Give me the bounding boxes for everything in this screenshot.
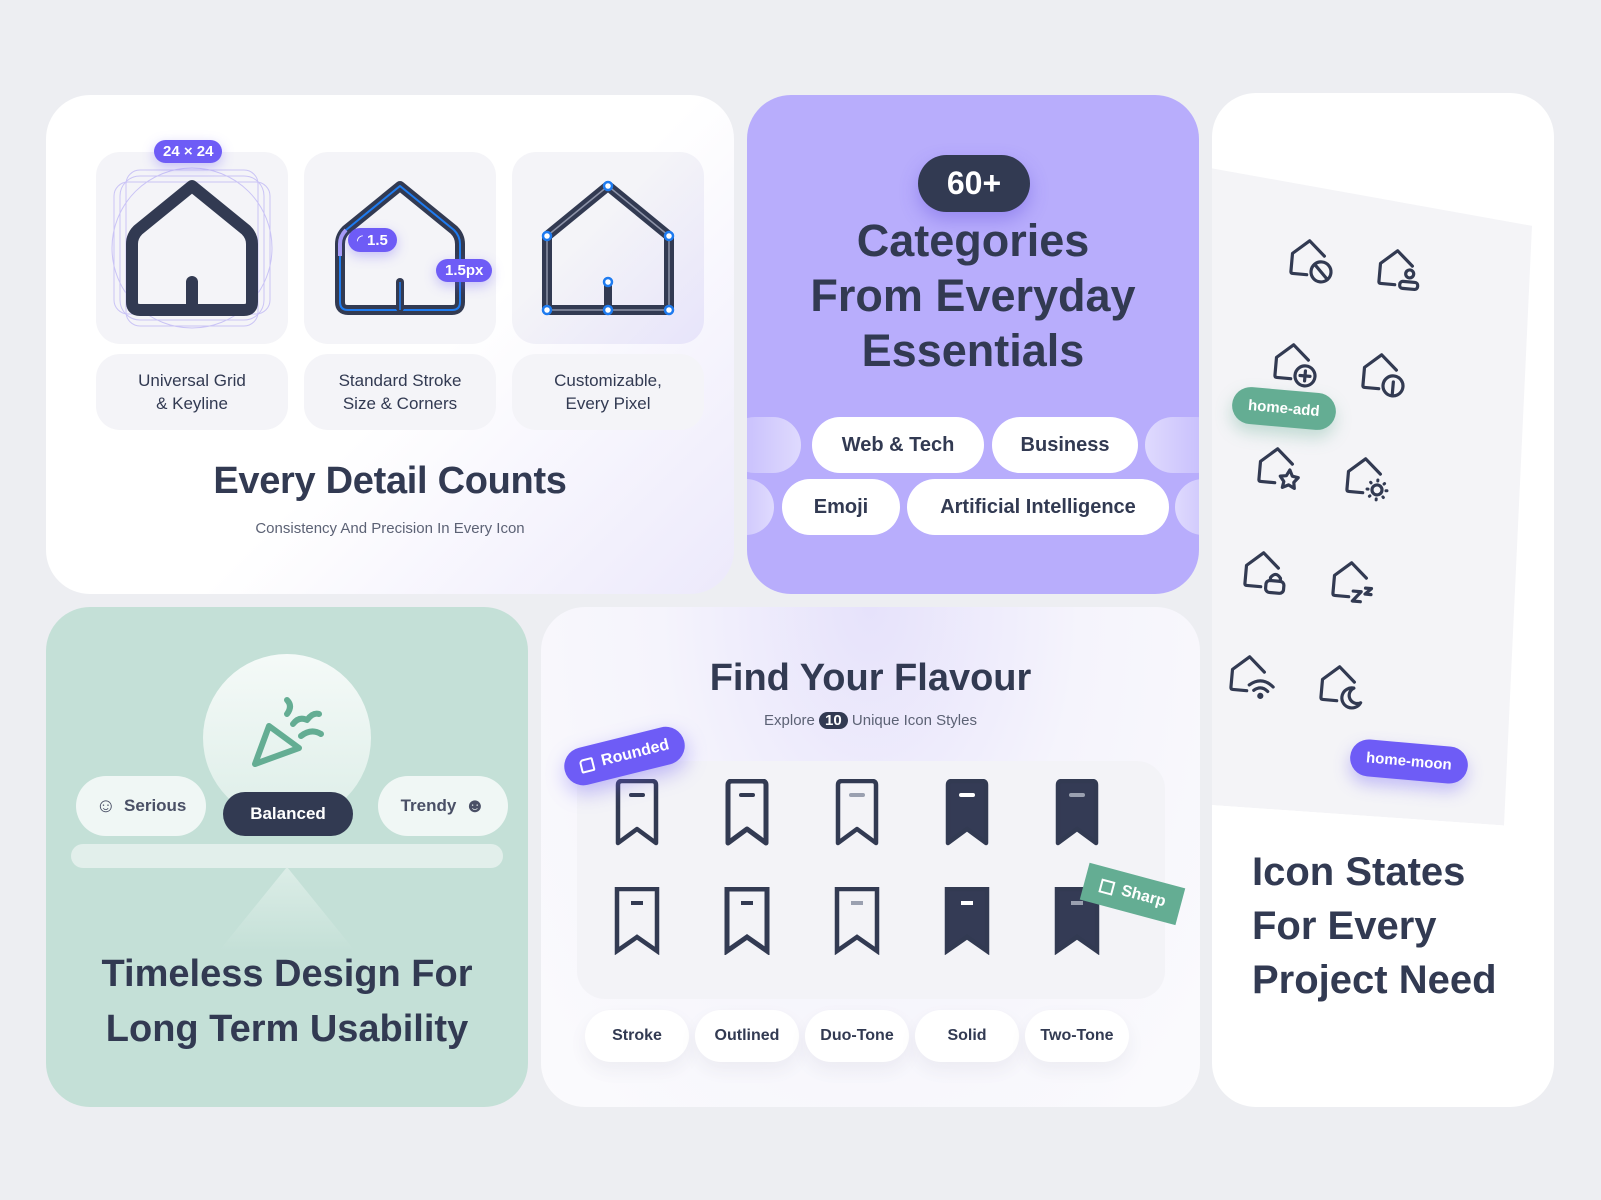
style-option-serious[interactable]: ☺ Serious: [76, 776, 206, 836]
caption-line: Universal Grid: [138, 371, 246, 390]
stroke-tile: ◜ 1.5 1.5px: [304, 152, 496, 344]
headline-line: From Everyday: [810, 270, 1136, 321]
nodes-tile: [512, 152, 704, 344]
home-wifi-icon[interactable]: [1222, 647, 1281, 706]
grid-size-badge: 24 × 24: [154, 140, 223, 163]
headline-line: Project Need: [1252, 958, 1497, 1002]
headline-line: Icon States: [1252, 850, 1466, 894]
caption-line: & Keyline: [156, 394, 228, 413]
home-stroke-icon: [335, 181, 465, 315]
category-chip-emoji[interactable]: Emoji: [782, 479, 900, 535]
badge-label: Sharp: [1119, 882, 1168, 911]
style-tab-outlined[interactable]: Outlined: [695, 1010, 799, 1062]
flavour-subtitle: Explore 10 Unique Icon Styles: [541, 712, 1200, 729]
headline-line: Long Term Usability: [105, 1008, 469, 1050]
badge-label: Rounded: [599, 736, 671, 770]
category-chip-web-tech[interactable]: Web & Tech: [812, 417, 984, 473]
caption-line: Size & Corners: [342, 394, 458, 413]
subtitle-suffix: Unique Icon Styles: [851, 712, 977, 729]
detail-card-subtitle: Consistency And Precision In Every Icon: [255, 520, 525, 537]
icon-states-headline: Icon States For Every Project Need: [1252, 845, 1497, 1007]
feature-caption-grid: Universal Grid & Keyline: [96, 354, 288, 430]
style-tab-solid[interactable]: Solid: [915, 1010, 1019, 1062]
bookmark-rounded-two-tone-icon[interactable]: [1052, 778, 1102, 847]
bookmark-rounded-duo-tone-icon[interactable]: [832, 778, 882, 847]
bookmark-rounded-outlined-icon[interactable]: [722, 778, 772, 847]
option-label: Trendy: [400, 796, 457, 815]
flavour-title: Find Your Flavour: [709, 657, 1032, 699]
chip-placeholder: [747, 479, 774, 535]
style-tab-stroke[interactable]: Stroke: [585, 1010, 689, 1062]
home-add-icon[interactable]: [1266, 335, 1325, 394]
chip-placeholder: [747, 417, 801, 473]
chip-placeholder: [1145, 417, 1199, 473]
option-label: Serious: [124, 796, 187, 815]
category-chip-business[interactable]: Business: [992, 417, 1138, 473]
style-tab-duo-tone[interactable]: Duo-Tone: [805, 1010, 909, 1062]
feature-caption-stroke: Standard Stroke Size & Corners: [304, 354, 496, 430]
headline-line: Essentials: [861, 325, 1085, 376]
caption-line: Customizable,: [554, 371, 662, 390]
bookmark-sharp-outlined-icon[interactable]: [722, 886, 772, 956]
home-sleep-icon[interactable]: [1324, 553, 1383, 612]
subtitle-prefix: Explore: [764, 712, 815, 729]
headline-line: Categories: [856, 215, 1090, 266]
categories-card: 60+ Categories From Everyday Essentials …: [747, 95, 1199, 594]
home-block-icon[interactable]: [1282, 231, 1341, 290]
detail-card-title: Every Detail Counts: [213, 460, 567, 502]
style-count-badge: 10: [819, 712, 848, 729]
sharp-corner-icon: [1098, 878, 1116, 896]
category-chip-ai[interactable]: Artificial Intelligence: [907, 479, 1169, 535]
feature-caption-pixel: Customizable, Every Pixel: [512, 354, 704, 430]
home-nodes-icon: [541, 180, 675, 316]
headline-line: For Every: [1252, 904, 1437, 948]
style-tab-two-tone[interactable]: Two-Tone: [1025, 1010, 1129, 1062]
home-user-icon[interactable]: [1370, 241, 1429, 300]
style-option-trendy[interactable]: Trendy ☻: [378, 776, 508, 836]
categories-headline: Categories From Everyday Essentials: [747, 213, 1199, 378]
home-keyline-icon: [111, 167, 273, 329]
stroke-width-badge: 1.5px: [436, 259, 493, 282]
icon-states-card: home-add home-moon Icon States For Every…: [1212, 93, 1554, 1107]
bookmark-rounded-stroke-icon[interactable]: [612, 778, 662, 847]
balance-beam: [71, 844, 503, 868]
home-sun-icon[interactable]: [1338, 449, 1397, 508]
home-moon-icon[interactable]: [1312, 657, 1371, 716]
rounded-corner-icon: [578, 756, 596, 774]
timeless-card: ☺ Serious Balanced Trendy ☻ Timeless Des…: [46, 607, 528, 1107]
headline-line: Timeless Design For: [101, 953, 473, 995]
chip-placeholder: [1175, 479, 1199, 535]
detail-card: 24 × 24 ◜ 1.5 1.5px Universal Grid & Keyl…: [46, 95, 734, 594]
balance-fulcrum: [219, 867, 355, 951]
grinning-face-icon: ☻: [464, 794, 486, 817]
corner-radius-badge: ◜ 1.5: [348, 228, 397, 252]
caption-line: Standard Stroke: [338, 371, 462, 390]
timeless-headline: Timeless Design For Long Term Usability: [46, 947, 528, 1057]
home-star-icon[interactable]: [1250, 439, 1309, 498]
caption-line: Every Pixel: [565, 394, 651, 413]
bookmark-rounded-solid-icon[interactable]: [942, 778, 992, 847]
flavour-card: Find Your Flavour Explore 10 Unique Icon…: [541, 607, 1200, 1107]
sleepy-face-icon: ☺: [95, 794, 117, 817]
corner-radius-value: 1.5: [366, 232, 388, 249]
bookmark-sharp-solid-icon[interactable]: [942, 886, 992, 956]
style-option-balanced[interactable]: Balanced: [223, 792, 353, 836]
category-count-badge: 60+: [918, 155, 1030, 212]
home-lock-icon[interactable]: [1236, 543, 1295, 602]
home-leaf-icon[interactable]: [1354, 345, 1413, 404]
keyline-tile: 24 × 24: [96, 140, 288, 344]
bookmark-sharp-stroke-icon[interactable]: [612, 886, 662, 956]
bookmark-sharp-duo-tone-icon[interactable]: [832, 886, 882, 956]
